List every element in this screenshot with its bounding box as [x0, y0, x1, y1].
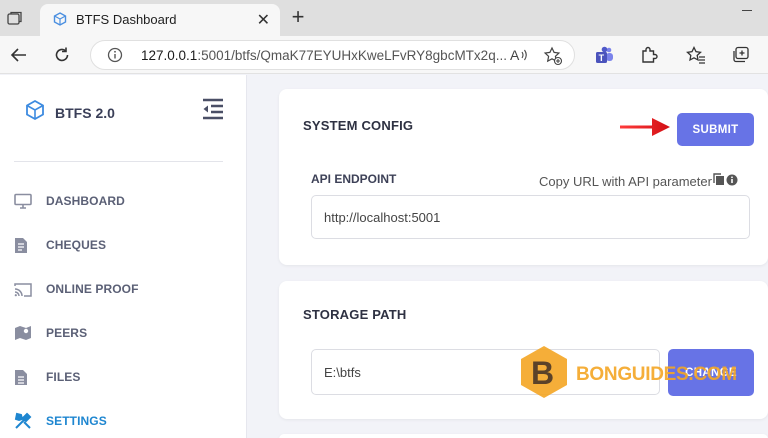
- next-card: [279, 434, 768, 438]
- api-endpoint-input[interactable]: http://localhost:5001: [311, 195, 750, 239]
- copy-url-text: Copy URL with API parameter: [539, 173, 712, 189]
- new-tab-button[interactable]: +: [288, 4, 308, 30]
- file-icon: [14, 369, 36, 386]
- copy-url-link[interactable]: Copy URL with API parameter: [539, 173, 738, 189]
- browser-toolbar: 127.0.0.1:5001/btfs/QmaK77EYUHxKweLFvRY8…: [0, 36, 768, 74]
- collapse-sidebar-icon[interactable]: [201, 98, 225, 125]
- system-config-card: SYSTEM CONFIG SUBMIT API ENDPOINT Copy U…: [279, 89, 768, 265]
- sidebar-item-peers[interactable]: PEERS: [14, 318, 234, 348]
- sidebar-item-label: SETTINGS: [46, 414, 107, 428]
- document-icon: [14, 237, 36, 254]
- sidebar-item-dashboard[interactable]: DASHBOARD: [14, 186, 234, 216]
- sidebar: BTFS 2.0 DASHBOARD CHEQUES ONLINE PROOF …: [0, 75, 247, 438]
- sidebar-item-label: FILES: [46, 370, 81, 384]
- map-icon: [14, 325, 36, 341]
- annotation-arrow-icon: [618, 115, 672, 144]
- watermark-text: BONGUIDES.COM: [576, 364, 737, 385]
- tab-title: BTFS Dashboard: [76, 12, 177, 27]
- tab-close-icon[interactable]: ✕: [257, 10, 270, 30]
- sidebar-item-label: CHEQUES: [46, 238, 107, 252]
- storage-path-title: STORAGE PATH: [303, 307, 407, 322]
- info-circle-icon[interactable]: [726, 174, 738, 189]
- url-host: 127.0.0.1: [141, 48, 198, 63]
- extensions-icon[interactable]: [637, 43, 661, 67]
- collections-icon[interactable]: [729, 43, 753, 67]
- url-path: :5001/btfs/QmaK77EYUHxKweLFvRY8gbcMTx2q.…: [197, 48, 507, 63]
- sidebar-item-cheques[interactable]: CHEQUES: [14, 230, 234, 260]
- back-icon[interactable]: [7, 43, 31, 67]
- tools-icon: [14, 412, 36, 430]
- refresh-icon[interactable]: [50, 43, 74, 67]
- btfs-favicon-icon: [53, 12, 67, 31]
- cast-icon: [14, 282, 36, 297]
- svg-text:A: A: [510, 47, 520, 63]
- address-bar[interactable]: 127.0.0.1:5001/btfs/QmaK77EYUHxKweLFvRY8…: [90, 40, 575, 70]
- add-favorite-icon[interactable]: [543, 46, 563, 71]
- url-text[interactable]: 127.0.0.1:5001/btfs/QmaK77EYUHxKweLFvRY8…: [141, 48, 507, 63]
- browser-tab-strip: BTFS Dashboard ✕ +: [0, 0, 768, 36]
- teams-icon[interactable]: T: [593, 43, 617, 67]
- minimize-icon[interactable]: [742, 10, 752, 11]
- sidebar-item-online-proof[interactable]: ONLINE PROOF: [14, 274, 234, 304]
- sidebar-item-label: ONLINE PROOF: [46, 282, 139, 296]
- sidebar-item-files[interactable]: FILES: [14, 362, 234, 392]
- brand[interactable]: BTFS 2.0: [24, 99, 115, 126]
- favorites-icon[interactable]: [684, 43, 708, 67]
- sidebar-divider: [14, 161, 223, 162]
- sidebar-item-label: DASHBOARD: [46, 194, 125, 208]
- read-aloud-icon[interactable]: A: [509, 46, 529, 69]
- copy-icon[interactable]: [713, 173, 725, 189]
- svg-text:T: T: [599, 53, 605, 63]
- info-icon[interactable]: [107, 47, 123, 68]
- btfs-logo-icon: [24, 99, 46, 126]
- tab-actions-icon[interactable]: [0, 5, 30, 31]
- system-config-title: SYSTEM CONFIG: [303, 118, 414, 133]
- watermark-logo: B BONGUIDES.COM: [516, 344, 737, 400]
- watermark-badge-icon: B: [521, 346, 567, 398]
- browser-tab[interactable]: BTFS Dashboard ✕: [40, 4, 280, 36]
- monitor-icon: [14, 193, 36, 209]
- svg-text:B: B: [531, 355, 554, 391]
- submit-button[interactable]: SUBMIT: [677, 113, 754, 146]
- api-endpoint-label: API ENDPOINT: [311, 172, 397, 186]
- brand-name: BTFS 2.0: [55, 104, 115, 121]
- sidebar-item-settings[interactable]: SETTINGS: [14, 406, 234, 436]
- sidebar-item-label: PEERS: [46, 326, 88, 340]
